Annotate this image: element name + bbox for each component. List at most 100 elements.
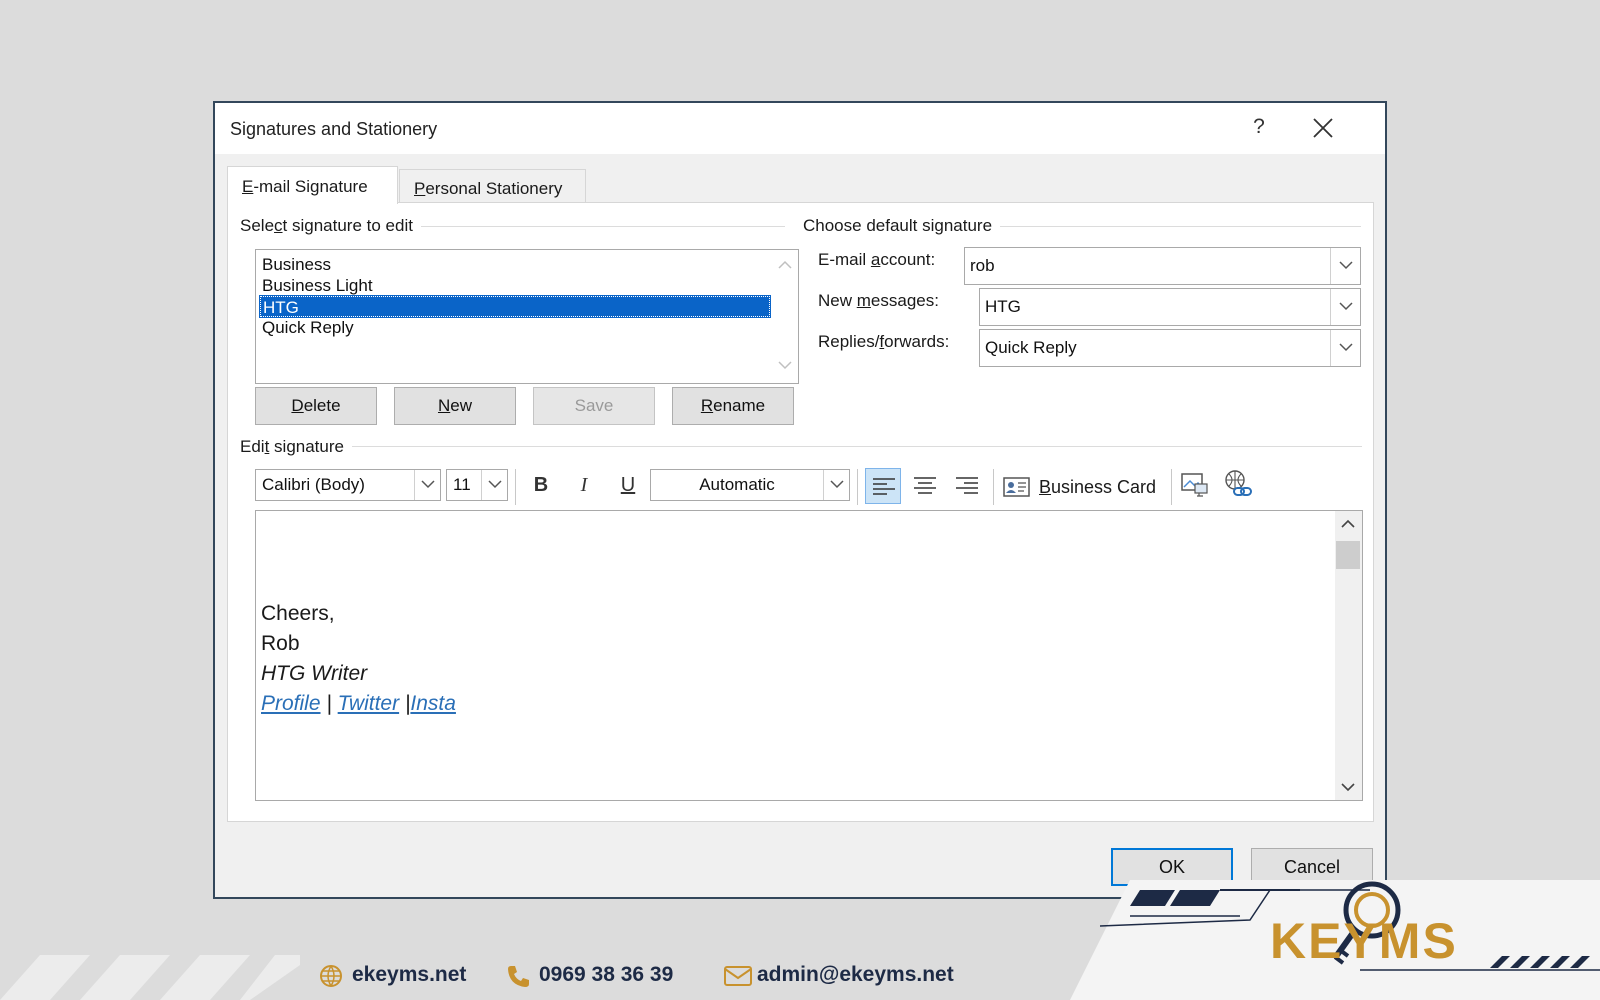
label-part: t signature to edit <box>282 216 413 235</box>
title-bar: Signatures and Stationery ? <box>215 103 1385 154</box>
dropdown-arrow[interactable] <box>1330 248 1360 284</box>
tab-personal-stationery[interactable]: Personal Stationery <box>399 169 586 202</box>
signatures-dialog: Signatures and Stationery ? E-mail Signa… <box>213 101 1387 899</box>
font-size-value: 11 <box>453 475 471 494</box>
insert-hyperlink-button[interactable] <box>1222 468 1258 504</box>
tab-label-rest: ersonal Stationery <box>425 179 563 198</box>
footer-website[interactable]: ekeyms.net <box>318 963 466 987</box>
chevron-down-icon <box>1339 302 1353 311</box>
chevron-down-icon <box>830 480 844 489</box>
website-text: ekeyms.net <box>352 963 467 986</box>
scrollbar-thumb[interactable] <box>1336 541 1360 569</box>
toolbar-separator <box>857 469 858 505</box>
rename-button[interactable]: Rename <box>672 387 794 425</box>
tab-label-key: P <box>414 179 426 198</box>
signature-line-closing: Cheers, <box>261 602 335 625</box>
tab-email-signature[interactable]: E-mail Signature <box>227 166 398 204</box>
phone-text: 0969 38 36 39 <box>539 963 674 986</box>
button-key: N <box>437 396 451 415</box>
replies-forwards-select[interactable]: Quick Reply <box>979 329 1361 367</box>
dropdown-arrow[interactable] <box>1330 330 1360 366</box>
signature-line-title: HTG Writer <box>261 662 368 685</box>
list-item[interactable]: Business <box>260 254 770 275</box>
label-part: orwards: <box>884 332 950 351</box>
footer-phone[interactable]: 0969 38 36 39 <box>505 963 673 987</box>
phone-icon <box>508 966 529 987</box>
insert-picture-button[interactable] <box>1178 468 1214 504</box>
footer-email[interactable]: admin@ekeyms.net <box>723 963 954 987</box>
align-left-button[interactable] <box>865 468 901 504</box>
font-color-value: Automatic <box>699 475 775 494</box>
align-center-icon <box>914 477 936 494</box>
signature-links: Profile | Twitter |Insta <box>261 692 456 716</box>
list-scrollbar[interactable] <box>772 250 798 383</box>
button-key: B <box>1039 477 1052 497</box>
editor-scrollbar[interactable] <box>1335 511 1362 800</box>
signature-list[interactable]: Business Business Light HTG Quick Reply <box>255 249 799 384</box>
label-key: c <box>274 216 283 235</box>
signature-editor[interactable]: Cheers, Rob HTG Writer Profile | Twitter… <box>255 510 1363 801</box>
tab-label-key: E <box>242 177 254 196</box>
dropdown-arrow[interactable] <box>414 470 440 500</box>
help-button[interactable]: ? <box>1246 115 1272 139</box>
dropdown-arrow[interactable] <box>823 470 849 500</box>
profile-link[interactable]: Profile <box>261 692 321 715</box>
email-account-value: rob <box>970 256 995 275</box>
button-label: ename <box>713 396 766 415</box>
font-size-select[interactable]: 11 <box>446 469 508 501</box>
chevron-up-icon[interactable] <box>778 260 792 270</box>
email-account-select[interactable]: rob <box>964 247 1361 285</box>
email-signature-panel: Select signature to edit Business Busine… <box>227 202 1374 822</box>
insta-link[interactable]: Insta <box>410 692 456 715</box>
replies-forwards-label: Replies/forwards: <box>818 332 949 352</box>
font-color-select[interactable]: Automatic <box>650 469 850 501</box>
align-center-button[interactable] <box>907 468 943 504</box>
new-button[interactable]: New <box>394 387 516 425</box>
close-icon <box>1313 118 1333 138</box>
email-account-label: E-mail account: <box>818 250 935 270</box>
list-item[interactable]: Business Light <box>260 275 770 296</box>
align-right-button[interactable] <box>949 468 985 504</box>
font-value: Calibri (Body) <box>262 475 365 494</box>
footer-bar: ekeyms.net 0969 38 36 39 admin@ekeyms.ne… <box>0 955 1600 1000</box>
twitter-link[interactable]: Twitter <box>338 692 399 715</box>
business-card-button[interactable]: Business Card <box>1003 470 1156 504</box>
chevron-up-icon[interactable] <box>1341 519 1355 529</box>
label-part: Edi <box>240 437 265 456</box>
label-part: ccount: <box>880 250 936 269</box>
delete-button[interactable]: Delete <box>255 387 377 425</box>
toolbar-separator <box>993 469 994 505</box>
save-button[interactable]: Save <box>533 387 655 425</box>
chevron-down-icon <box>1339 343 1353 352</box>
email-text: admin@ekeyms.net <box>757 963 954 986</box>
list-item-selected[interactable]: HTG <box>259 295 771 318</box>
align-left-icon <box>873 478 895 495</box>
dropdown-arrow[interactable] <box>481 470 507 500</box>
chevron-down-icon <box>421 480 435 489</box>
close-button[interactable] <box>1305 111 1341 145</box>
select-signature-label: Select signature to edit <box>240 216 421 236</box>
italic-button[interactable]: I <box>566 469 602 501</box>
chevron-down-icon[interactable] <box>1341 782 1355 792</box>
new-messages-select[interactable]: HTG <box>979 288 1361 326</box>
globe-icon <box>320 965 342 987</box>
label-part: signature <box>269 437 344 456</box>
default-signature-label: Choose default signature <box>803 216 1001 236</box>
mail-icon <box>724 966 752 986</box>
chevron-down-icon[interactable] <box>778 360 792 370</box>
underline-button[interactable]: U <box>610 469 646 501</box>
chevron-down-icon <box>488 480 502 489</box>
dialog-title: Signatures and Stationery <box>230 119 438 139</box>
label-part: Sele <box>240 216 275 235</box>
toolbar-separator <box>1171 469 1172 505</box>
bold-button[interactable]: B <box>523 469 559 501</box>
decorative-stripes <box>0 955 300 1000</box>
dropdown-arrow[interactable] <box>1330 289 1360 325</box>
edit-signature-label: Edit signature <box>240 437 352 457</box>
list-item[interactable]: Quick Reply <box>260 317 770 338</box>
font-select[interactable]: Calibri (Body) <box>255 469 441 501</box>
label-key: m <box>856 291 871 310</box>
button-label: elete <box>303 396 341 415</box>
toolbar-separator <box>515 469 516 505</box>
chevron-down-icon <box>1339 261 1353 270</box>
